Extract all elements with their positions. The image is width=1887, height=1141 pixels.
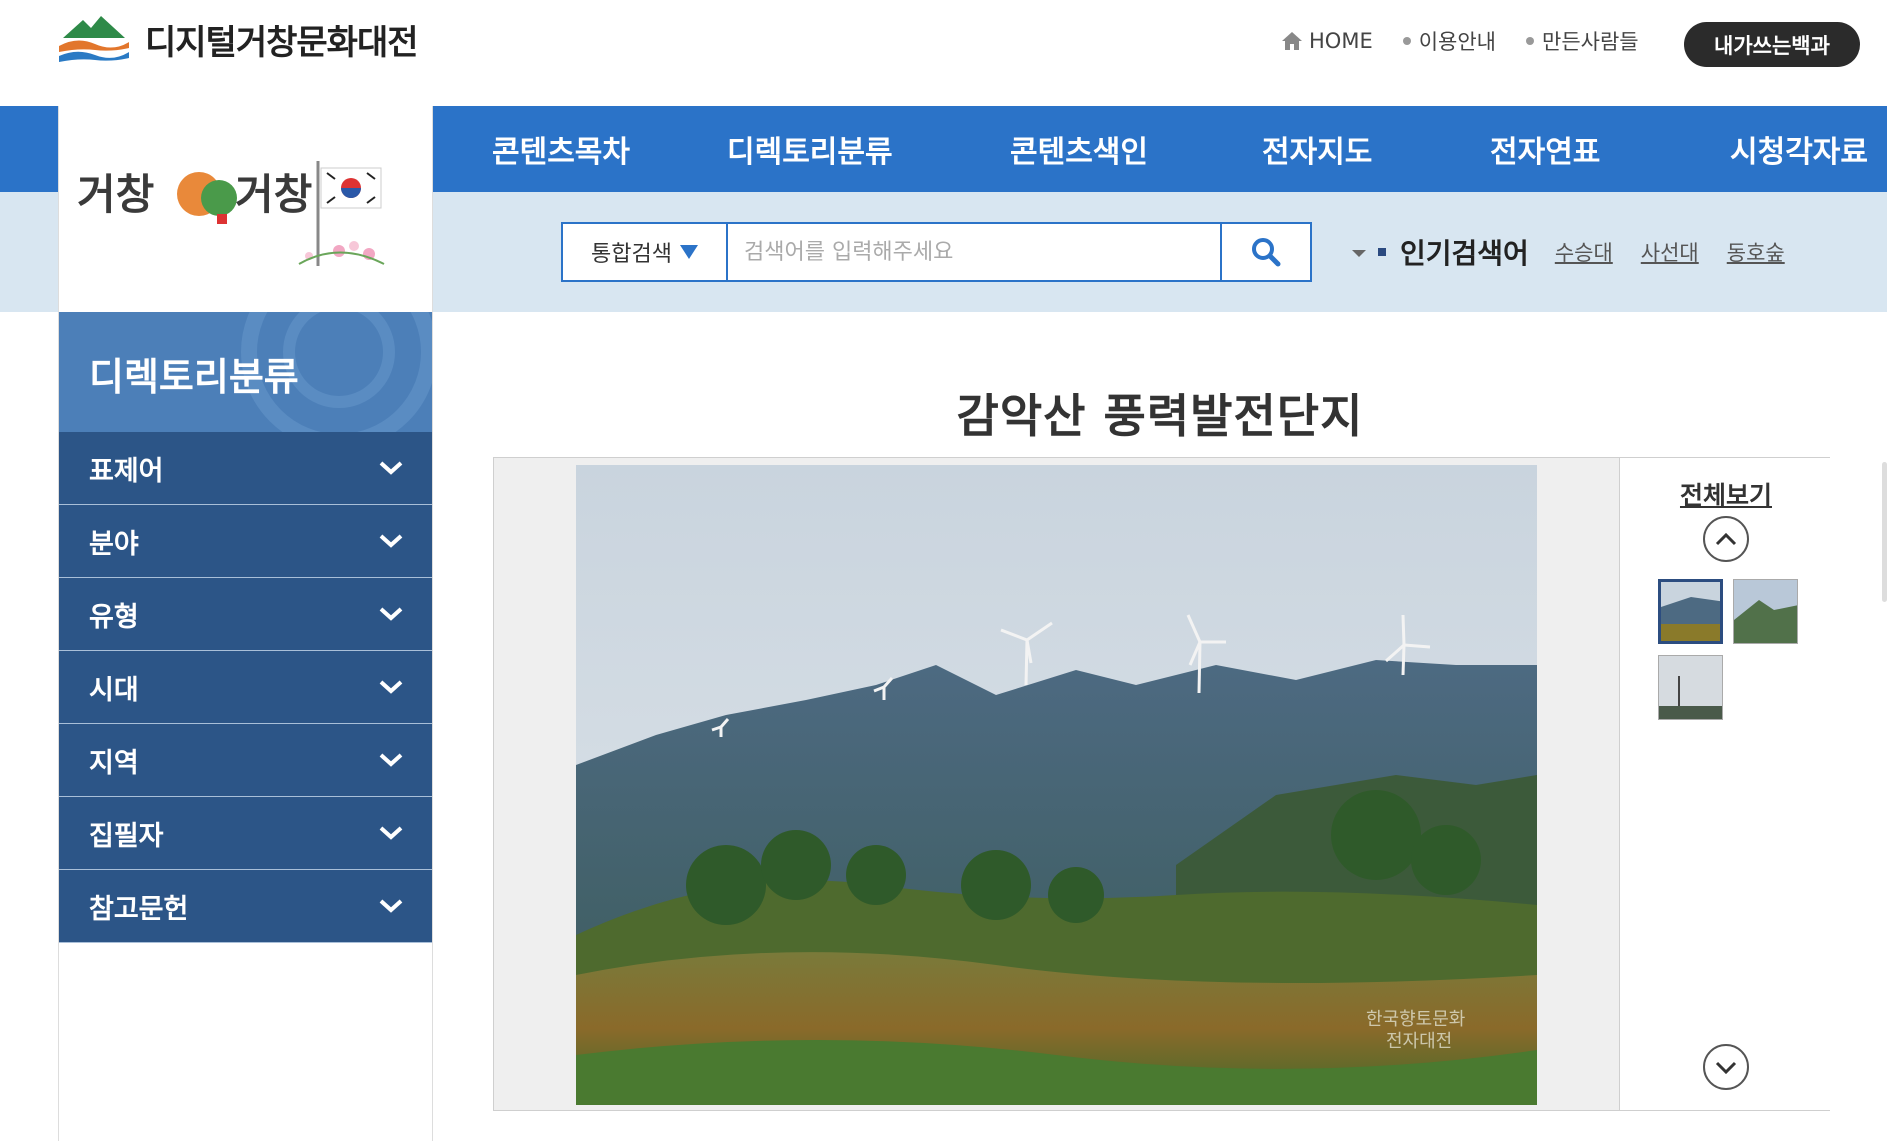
scroll-up-button[interactable] xyxy=(1703,516,1749,562)
autocomplete-caret-icon[interactable] xyxy=(1352,250,1366,257)
local-logo[interactable]: 거창 거창 xyxy=(58,106,433,312)
image-viewer: 한국향토문화 전자대전 전체보기 xyxy=(493,457,1831,1111)
sidebar-item-label: 참고문헌 xyxy=(89,893,189,925)
chevron-down-icon xyxy=(379,534,403,548)
popular-keywords: 인기검색어 수승대 사선대 동호숲 xyxy=(1378,232,1813,272)
guide-link-label: 이용안내 xyxy=(1418,30,1496,54)
my-encyclopedia-button[interactable]: 내가쓰는백과 xyxy=(1684,22,1860,67)
sidebar-header: 디렉토리분류 xyxy=(59,312,432,432)
thumbnail-image xyxy=(1734,580,1797,643)
sidebar-item-label: 시대 xyxy=(89,674,139,706)
popular-keyword-link[interactable]: 사선대 xyxy=(1641,237,1699,267)
search-box: 통합검색 xyxy=(561,222,1366,282)
dropdown-triangle-icon xyxy=(679,245,698,259)
makers-link[interactable]: 만든사람들 xyxy=(1526,26,1639,56)
bullet-dot-icon xyxy=(1402,37,1411,45)
wind-farm-photo-image: 한국향토문화 전자대전 xyxy=(576,465,1537,1105)
gnb-contents-toc[interactable]: 콘텐츠목차 xyxy=(433,106,645,192)
sidebar-item-author[interactable]: 집필자 xyxy=(59,797,432,870)
search-icon xyxy=(1252,238,1281,267)
home-icon xyxy=(1282,32,1302,50)
mountain-logo-icon xyxy=(59,16,129,62)
global-nav: 콘텐츠목차 디렉토리분류 콘텐츠색인 전자지도 전자연표 시청각자료 xyxy=(433,106,1870,192)
page-title: 감악산 풍력발전단지 xyxy=(956,389,1364,443)
gnb-directory[interactable]: 디렉토리분류 xyxy=(645,106,925,192)
chevron-down-icon xyxy=(379,899,403,913)
thumbnail-image xyxy=(1659,656,1722,719)
guide-link[interactable]: 이용안내 xyxy=(1402,26,1496,56)
site-logo[interactable]: 디지털거창문화대전 xyxy=(57,10,419,68)
bullet-dot-icon xyxy=(1526,37,1534,45)
popular-keywords-title: 인기검색어 xyxy=(1400,237,1529,270)
chevron-down-icon xyxy=(379,826,403,840)
logo-text-right: 거창 xyxy=(235,170,312,219)
logo-text-left: 거창 xyxy=(77,170,154,219)
photo-watermark: 한국향토문화 xyxy=(1366,1009,1465,1030)
chevron-down-icon xyxy=(379,607,403,621)
side-scroll-indicator[interactable] xyxy=(1882,462,1887,602)
sidebar-item-era[interactable]: 시대 xyxy=(59,651,432,724)
sidebar-item-label: 집필자 xyxy=(89,820,164,852)
search-input[interactable] xyxy=(728,224,1220,280)
chevron-up-icon xyxy=(1715,532,1737,546)
sidebar-item-headword[interactable]: 표제어 xyxy=(59,432,432,505)
popular-keyword-link[interactable]: 수승대 xyxy=(1555,237,1613,267)
bullet-square-icon xyxy=(1378,248,1386,256)
chevron-down-icon xyxy=(379,680,403,694)
main-photo[interactable]: 한국향토문화 전자대전 xyxy=(576,465,1537,1105)
sidebar-item-label: 유형 xyxy=(89,601,139,633)
top-header: 디지털거창문화대전 HOME 이용안내 만든사람들 내가쓰는백과 xyxy=(0,0,1887,106)
search-scope-select[interactable]: 통합검색 xyxy=(563,224,728,280)
gnb-electronic-timeline[interactable]: 전자연표 xyxy=(1405,106,1645,192)
sidebar-item-field[interactable]: 분야 xyxy=(59,505,432,578)
thumbnail-image xyxy=(1661,582,1720,641)
sidebar: 디렉토리분류 표제어 분야 유형 시대 지역 집필자 참고문헌 xyxy=(58,312,433,1141)
thumbnail-3[interactable] xyxy=(1658,655,1723,720)
gnb-electronic-map[interactable]: 전자지도 xyxy=(1175,106,1405,192)
thumbnail-1[interactable] xyxy=(1658,579,1723,644)
view-all-link[interactable]: 전체보기 xyxy=(1620,476,1832,512)
scroll-down-button[interactable] xyxy=(1703,1044,1749,1090)
sidebar-title: 디렉토리분류 xyxy=(89,355,299,399)
geochang-logo-image: 거창 거창 xyxy=(77,161,385,266)
sidebar-item-label: 분야 xyxy=(89,528,139,560)
chevron-down-icon xyxy=(379,461,403,475)
gnb-audiovisual[interactable]: 시청각자료 xyxy=(1645,106,1870,192)
sidebar-item-type[interactable]: 유형 xyxy=(59,578,432,651)
sidebar-item-region[interactable]: 지역 xyxy=(59,724,432,797)
svg-text:전자대전: 전자대전 xyxy=(1386,1031,1452,1052)
chevron-down-icon xyxy=(1715,1061,1737,1074)
popular-keyword-link[interactable]: 동호숲 xyxy=(1727,237,1785,267)
search-scope-label: 통합검색 xyxy=(591,242,672,267)
thumbnail-panel: 전체보기 xyxy=(1619,458,1831,1110)
thumbnail-2[interactable] xyxy=(1733,579,1798,644)
gnb-contents-index[interactable]: 콘텐츠색인 xyxy=(925,106,1175,192)
search-button[interactable] xyxy=(1220,224,1310,280)
site-title: 디지털거창문화대전 xyxy=(145,22,419,63)
makers-link-label: 만든사람들 xyxy=(1542,30,1639,54)
sidebar-item-label: 지역 xyxy=(89,747,139,779)
sidebar-item-label: 표제어 xyxy=(89,455,164,487)
home-link[interactable]: HOME xyxy=(1281,29,1373,53)
chevron-down-icon xyxy=(379,753,403,767)
sidebar-item-references[interactable]: 참고문헌 xyxy=(59,870,432,943)
home-link-label: HOME xyxy=(1309,29,1373,53)
